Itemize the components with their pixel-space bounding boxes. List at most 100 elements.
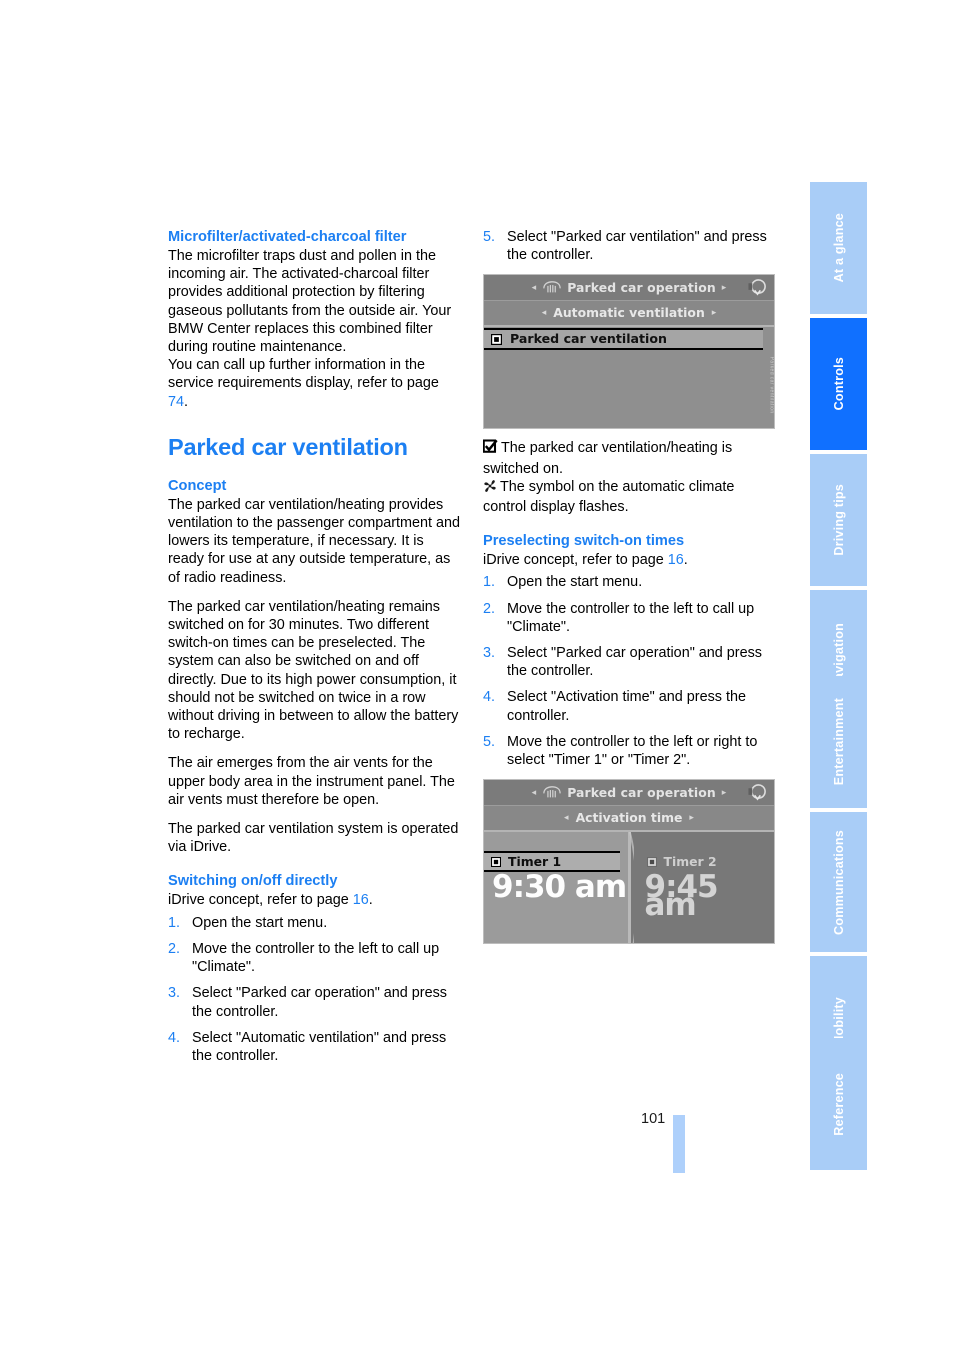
list-item: 1. Open the start menu. (483, 573, 775, 591)
step-text: Select "Activation time" and press the c… (507, 689, 746, 724)
timer-1-label: Timer 1 (508, 853, 562, 869)
idrive-menu-item-label: Parked car ventilation (510, 331, 667, 347)
idrive-concept-note-1-pre: iDrive concept, refer to page (168, 892, 353, 909)
checkbox-filled-icon (491, 333, 502, 345)
page-number-bar (673, 1115, 685, 1173)
paragraph-microfilter-2-post: . (184, 393, 189, 410)
steps-switching-on-off: 1. Open the start menu. 2. Move the cont… (168, 914, 460, 1065)
step-text: Move the controller to the left to call … (192, 940, 440, 976)
idrive-header-bar: ◂ Parked car operation ▸ (484, 780, 774, 807)
paragraph-microfilter-2-pre: You can call up further information in t… (168, 357, 439, 392)
paragraph-microfilter-1: The microfilter traps dust and pollen in… (168, 248, 452, 356)
chevron-right-icon: ▸ (689, 813, 694, 824)
idrive-header-title: Parked car operation (567, 784, 716, 800)
list-item: 4. Select "Activation time" and press th… (483, 688, 775, 724)
tab-label: Communications (831, 829, 846, 935)
figure-watermark: Activation time (772, 881, 774, 920)
list-item: 1. Open the start menu. (168, 914, 460, 932)
list-item: 2. Move the controller to the left to ca… (168, 940, 460, 976)
step-text: Open the start menu. (507, 574, 643, 591)
step-text: Select "Parked car operation" and press … (507, 645, 762, 680)
right-column: 5. Select "Parked car ventilation" and p… (482, 228, 775, 945)
tab-communications[interactable]: Communications (810, 812, 867, 952)
list-item: 3. Select "Parked car operation" and pre… (483, 644, 775, 680)
note-text-2: The symbol on the automatic climate cont… (483, 478, 735, 516)
step-number: 4. (168, 1029, 181, 1046)
fan-icon (483, 479, 497, 498)
list-item: 5. Select "Parked car ventilation" and p… (483, 228, 775, 264)
paragraph-concept-3: The air emerges from the air vents for t… (168, 755, 455, 808)
idrive-timer-area: Timer 1 9:30 am Timer 2 9:45 am (484, 832, 774, 944)
idrive-header-title: Parked car operation (567, 279, 716, 295)
note-line-1: The parked car ventilation/heating is sw… (482, 439, 775, 477)
idrive-concept-note-1: iDrive concept, refer to page 16. (168, 891, 460, 909)
timer-2-time: 9:45 am (644, 869, 719, 924)
idrive-menu-item-parked-car-ventilation[interactable]: Parked car ventilation (484, 328, 763, 351)
manual-page: Microfilter/activated-charcoal filter Th… (0, 0, 954, 1351)
paragraph-concept-4: The parked car ventilation system is ope… (168, 821, 459, 856)
idrive-subheader-bar: ◂ Activation time ▸ (484, 806, 774, 833)
step-number: 3. (483, 645, 496, 662)
tab-reference[interactable]: Reference (810, 1038, 867, 1170)
note-ventilation-switched-on: The parked car ventilation/heating is sw… (482, 439, 775, 516)
step-number: 2. (483, 600, 496, 617)
step-number: 5. (483, 229, 496, 245)
paragraph-concept-1: The parked car ventilation/heating provi… (168, 496, 460, 586)
timer-2-cell[interactable]: Timer 2 9:45 am (627, 832, 774, 944)
air-vent-icon (543, 281, 561, 293)
idrive-screenshot-activation-time: ◂ Parked car operation ▸ ◂ Activation ti… (483, 779, 775, 945)
chevron-right-icon: ▸ (711, 308, 717, 319)
tab-label: Entertainment (831, 698, 846, 786)
step-text: Move the controller to the left or right… (507, 733, 758, 769)
list-item: 4. Select "Automatic ventilation" and pr… (168, 1029, 460, 1065)
heading-concept: Concept (168, 477, 227, 494)
list-item: 5. Move the controller to the left or ri… (483, 733, 775, 769)
left-column: Microfilter/activated-charcoal filter Th… (168, 228, 460, 1073)
steps-continued: 5. Select "Parked car ventilation" and p… (483, 228, 775, 264)
chevron-left-icon: ◂ (531, 282, 537, 293)
idrive-concept-note-2: iDrive concept, refer to page 16. (483, 551, 775, 569)
timer-1-time: 9:30 am (492, 869, 627, 906)
step-number: 3. (168, 985, 181, 1002)
note-text-1: The parked car ventilation/heating is sw… (483, 440, 733, 477)
idrive-concept-note-1-post: . (368, 892, 373, 909)
air-vent-icon (543, 786, 561, 798)
step-text: Open the start menu. (192, 914, 328, 931)
figure-watermark: Parked car ventilation (768, 356, 775, 414)
step-number: 1. (168, 914, 181, 931)
tab-controls[interactable]: Controls (810, 318, 867, 450)
chevron-left-icon: ◂ (531, 787, 537, 798)
heading-switching-on-off: Switching on/off directly (168, 873, 338, 890)
steps-preselecting: 1. Open the start menu. 2. Move the cont… (483, 573, 775, 769)
checkbox-filled-icon (646, 856, 657, 867)
list-item: 2. Move the controller to the left to ca… (483, 600, 775, 636)
step-text: Select "Parked car operation" and press … (192, 985, 447, 1020)
paragraph-concept-2: The parked car ventilation/heating remai… (168, 598, 459, 743)
tab-driving-tips[interactable]: Driving tips (810, 454, 867, 586)
tab-label: Driving tips (831, 484, 846, 556)
chevron-right-icon: ▸ (721, 282, 727, 293)
timer-2-label: Timer 2 (663, 853, 717, 869)
page-reference-16-a[interactable]: 16 (353, 892, 369, 908)
tab-entertainment[interactable]: Entertainment (810, 676, 867, 808)
chevron-left-icon: ◂ (564, 813, 569, 824)
idrive-header-bar: ◂ Parked car operation ▸ (484, 275, 774, 302)
page-number: 101 (641, 1111, 666, 1127)
page-reference-16-b[interactable]: 16 (668, 552, 684, 568)
step-number: 5. (483, 733, 496, 750)
timer-1-cell[interactable]: Timer 1 9:30 am (484, 832, 628, 944)
idrive-subheader-bar: ◂ Automatic ventilation ▸ (484, 301, 774, 328)
chapter-tab-strip: At a glance Controls Driving tips Naviga… (810, 182, 867, 1170)
idrive-screenshot-parked-car-ventilation: ◂ Parked car operation ▸ ◂ Automatic ven… (483, 274, 775, 430)
list-item: 3. Select "Parked car operation" and pre… (168, 984, 460, 1020)
chevron-right-icon: ▸ (721, 787, 727, 798)
step-number: 2. (168, 940, 181, 957)
step-text: Select "Automatic ventilation" and press… (192, 1029, 447, 1064)
idrive-concept-note-2-post: . (683, 552, 688, 569)
page-title: Parked car ventilation (168, 433, 408, 460)
page-reference-74[interactable]: 74 (168, 394, 184, 410)
tab-at-a-glance[interactable]: At a glance (810, 182, 867, 314)
tab-label: At a glance (831, 213, 846, 283)
paragraph-microfilter-2: You can call up further information in t… (168, 356, 460, 411)
idrive-controller-icon (748, 279, 766, 296)
